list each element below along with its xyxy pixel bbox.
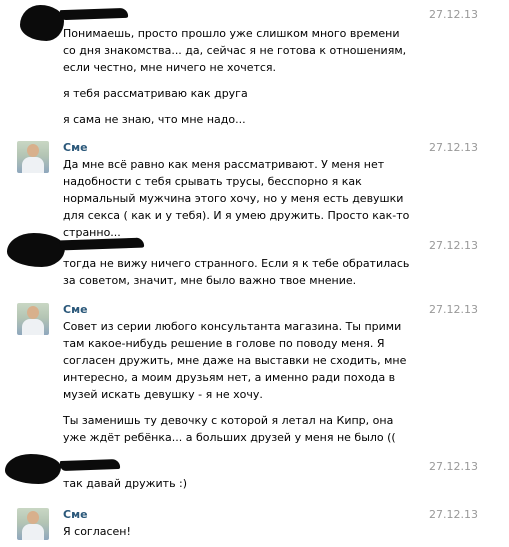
redaction-scribble <box>7 233 65 267</box>
avatar-redacted[interactable] <box>17 5 64 41</box>
avatar[interactable] <box>17 141 49 173</box>
sender-name-redacted <box>59 458 121 472</box>
message-text: Я согласен! <box>63 523 415 540</box>
avatar[interactable] <box>17 303 49 335</box>
avatar[interactable] <box>17 508 49 540</box>
message-paragraph: Ты заменишь ту девочку с которой я летал… <box>63 414 396 444</box>
message-paragraph: Совет из серии любого консультанта магаз… <box>63 320 407 401</box>
message-text: тогда не вижу ничего странного. Если я к… <box>63 255 415 289</box>
message-date: 27.12.13 <box>429 303 478 316</box>
message-date: 27.12.13 <box>429 508 478 521</box>
message-paragraph: я тебя рассматриваю как друга <box>63 87 248 100</box>
message-text: так давай дружить :) <box>63 475 415 492</box>
message-text: Понимаешь, просто прошло уже слишком мно… <box>63 25 415 128</box>
redaction-scribble <box>20 5 64 41</box>
message-text: Да мне всё равно как меня рассматривают.… <box>63 156 415 241</box>
avatar-redacted[interactable] <box>5 454 61 492</box>
sender-name-link[interactable]: Сме <box>63 303 88 316</box>
message-paragraph: тогда не вижу ничего странного. Если я к… <box>63 257 410 287</box>
redaction-scribble <box>5 454 61 484</box>
message-date: 27.12.13 <box>429 8 478 21</box>
sender-name-redacted <box>59 237 145 251</box>
message-text: Совет из серии любого консультанта магаз… <box>63 318 415 446</box>
message-date: 27.12.13 <box>429 239 478 252</box>
message-paragraph: я сама не знаю, что мне надо... <box>63 113 246 126</box>
sender-name-link[interactable]: Сме <box>63 508 88 521</box>
sender-name-link[interactable]: Сме <box>63 141 88 154</box>
sender-name-redacted <box>59 7 129 21</box>
message-paragraph: Понимаешь, просто прошло уже слишком мно… <box>63 27 407 74</box>
message-paragraph: так давай дружить :) <box>63 477 188 490</box>
avatar-redacted[interactable] <box>7 233 65 271</box>
message-date: 27.12.13 <box>429 460 478 473</box>
message-paragraph: Я согласен! <box>63 525 131 538</box>
message-paragraph: Да мне всё равно как меня рассматривают.… <box>63 158 410 239</box>
message-date: 27.12.13 <box>429 141 478 154</box>
